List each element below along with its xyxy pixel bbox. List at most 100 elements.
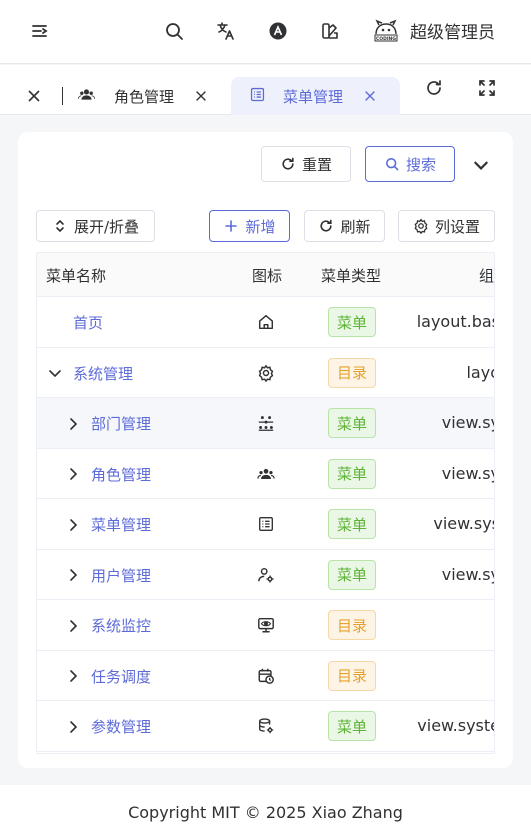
component-cell: view.sy (441, 564, 495, 584)
reload-icon[interactable] (424, 78, 446, 100)
chevron-down-icon[interactable] (472, 156, 490, 174)
translate-icon[interactable] (213, 18, 239, 44)
top-header: CODING 超级管理员 (0, 0, 531, 64)
menu-type-tag: 目录 (328, 610, 376, 640)
table-row[interactable]: 部门管理 菜单 view.sy (37, 398, 494, 449)
expand-label: 展开/折叠 (73, 217, 140, 236)
user-name: 超级管理员 (410, 22, 495, 43)
menu-name-cell[interactable]: 任务调度 (65, 666, 151, 687)
component-cell: view.syste (417, 716, 495, 735)
tab-role[interactable]: 角色管理 (78, 77, 218, 115)
team-icon (78, 86, 95, 107)
menu-type-tag: 菜单 (328, 458, 376, 489)
close-left-tabs-icon[interactable] (26, 77, 46, 115)
component-cell: view.sy (441, 463, 495, 483)
table-row[interactable]: 参数管理 菜单 view.syste (37, 701, 494, 752)
list-icon (249, 86, 266, 107)
menu-name-label[interactable]: 菜单管理 (91, 514, 151, 535)
menu-name-cell[interactable]: 部门管理 (65, 413, 151, 434)
menu-name-label[interactable]: 用户管理 (91, 565, 151, 586)
table-row[interactable]: 菜单管理 菜单 view.sys (37, 499, 494, 550)
table-row[interactable]: 用户管理 菜单 view.sy (37, 550, 495, 600)
refresh-icon (280, 156, 296, 172)
menu-fold-icon[interactable] (27, 18, 53, 44)
menu-name-label[interactable]: 首页 (73, 312, 103, 333)
table-row[interactable]: 系统监控 目录 (37, 600, 494, 651)
menu-name-label[interactable]: 参数管理 (91, 716, 151, 737)
column-header: 菜单名称 (46, 267, 107, 285)
column-settings-button[interactable]: 列设置 (398, 210, 495, 242)
database-gear-icon (257, 717, 277, 737)
menu-name-cell[interactable]: 参数管理 (65, 716, 151, 737)
table-row[interactable]: 角色管理 菜单 view.sy (37, 449, 495, 499)
gear-icon (257, 364, 277, 384)
tab-menu[interactable]: 菜单管理 (231, 77, 400, 115)
reset-label: 重置 (301, 155, 332, 174)
calendar-clock-icon (257, 667, 277, 687)
home-icon (257, 313, 277, 333)
expand-collapse-button[interactable]: 展开/折叠 (36, 210, 155, 242)
fullscreen-icon[interactable] (477, 78, 499, 100)
palette-icon[interactable] (317, 18, 343, 44)
menu-type-tag: 目录 (328, 357, 376, 388)
component-cell: view.sy (441, 413, 495, 432)
theme-icon[interactable] (265, 18, 291, 44)
search-button[interactable]: 搜索 (365, 146, 455, 182)
list-icon (257, 515, 277, 535)
menu-type-tag: 菜单 (328, 559, 376, 590)
component-cell: layout.bas (416, 312, 495, 331)
close-icon[interactable] (363, 89, 377, 103)
menu-type-tag: 菜单 (328, 307, 376, 337)
table-header: 菜单名称 图标 菜单类型 组 (37, 253, 494, 297)
menu-name-cell[interactable]: 用户管理 (65, 565, 151, 586)
tab-label: 菜单管理 (283, 87, 344, 106)
menu-name-cell[interactable]: 首页 (47, 312, 103, 333)
table-row[interactable]: 任务调度 目录 (37, 651, 494, 701)
tabs-bar: 角色管理 菜单管理 (0, 65, 531, 115)
menu-type-tag: 菜单 (328, 509, 376, 539)
menu-name-label[interactable]: 系统管理 (73, 363, 133, 384)
menu-name-label[interactable]: 系统监控 (91, 615, 151, 636)
user-menu[interactable]: CODING 超级管理员 (370, 14, 495, 46)
plus-icon (223, 218, 239, 234)
column-header: 图标 (252, 267, 283, 285)
expand-icon (52, 218, 68, 234)
org-icon (257, 414, 277, 434)
close-icon[interactable] (194, 89, 208, 103)
menu-type-tag: 菜单 (328, 711, 376, 741)
avatar-text: CODING (376, 36, 396, 42)
menu-name-label[interactable]: 任务调度 (91, 666, 151, 687)
copyright-text: Copyright MIT © 2025 Xiao Zhang (128, 802, 403, 822)
menu-type-tag: 目录 (328, 660, 376, 691)
chevron-right-icon[interactable] (65, 517, 81, 533)
content-card: 重置 搜索 展开/折叠 新增 刷新 列设置 菜单名称 图标 菜单类型 组 首页 … (18, 132, 513, 768)
refresh-button[interactable]: 刷新 (304, 210, 385, 242)
menu-name-cell[interactable]: 系统管理 (47, 363, 133, 384)
chevron-right-icon[interactable] (65, 719, 81, 735)
chevron-right-icon[interactable] (65, 668, 81, 684)
chevron-right-icon[interactable] (65, 466, 81, 482)
footer: Copyright MIT © 2025 Xiao Zhang (0, 785, 531, 839)
chevron-right-icon[interactable] (65, 567, 81, 583)
menu-name-cell[interactable]: 菜单管理 (65, 514, 151, 535)
avatar: CODING (370, 14, 402, 46)
chevron-down-icon[interactable] (47, 365, 63, 381)
reset-button[interactable]: 重置 (261, 146, 351, 182)
add-button[interactable]: 新增 (209, 210, 290, 242)
menu-table: 菜单名称 图标 菜单类型 组 首页菜单layout.bas系统管理目录layo部… (36, 252, 495, 754)
menu-name-cell[interactable]: 系统监控 (65, 615, 151, 636)
team-icon (257, 465, 277, 485)
search-icon[interactable] (161, 18, 187, 44)
monitor-icon (257, 616, 277, 636)
menu-name-cell[interactable]: 角色管理 (65, 464, 151, 485)
menu-type-tag: 菜单 (328, 408, 376, 438)
menu-name-label[interactable]: 角色管理 (91, 464, 151, 485)
table-row[interactable]: 系统管理 目录 layo (37, 348, 494, 398)
chevron-right-icon[interactable] (65, 618, 81, 634)
chevron-right-icon[interactable] (65, 416, 81, 432)
search-icon (384, 156, 400, 172)
menu-name-label[interactable]: 部门管理 (91, 413, 151, 434)
add-label: 新增 (245, 217, 276, 236)
table-row[interactable]: 首页 菜单 layout.bas (37, 297, 494, 348)
component-cell: view.sys (433, 514, 495, 533)
